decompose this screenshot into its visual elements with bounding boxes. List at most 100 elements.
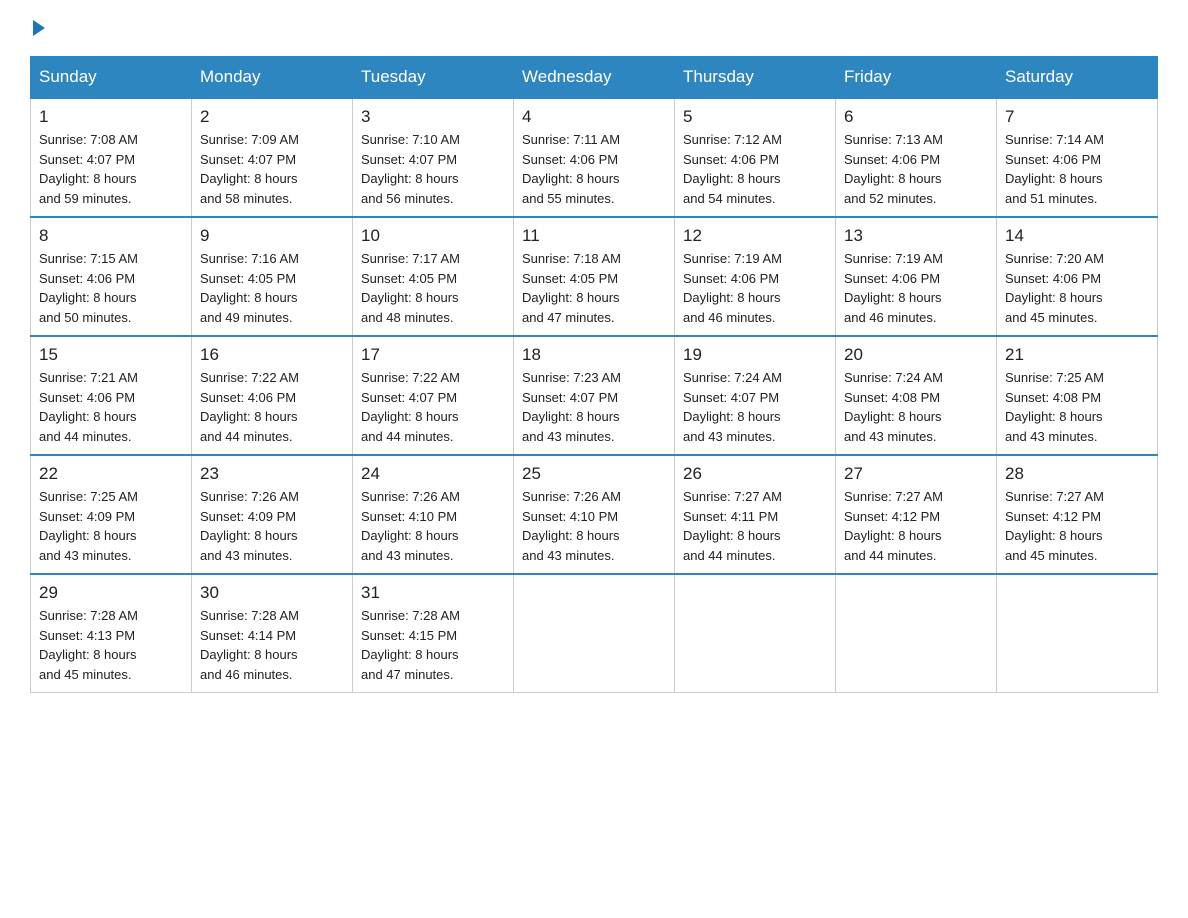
day-info: Sunrise: 7:10 AM Sunset: 4:07 PM Dayligh… bbox=[361, 130, 505, 208]
col-header-monday: Monday bbox=[192, 57, 353, 99]
calendar-cell: 9 Sunrise: 7:16 AM Sunset: 4:05 PM Dayli… bbox=[192, 217, 353, 336]
calendar-cell: 6 Sunrise: 7:13 AM Sunset: 4:06 PM Dayli… bbox=[836, 98, 997, 217]
calendar-cell: 21 Sunrise: 7:25 AM Sunset: 4:08 PM Dayl… bbox=[997, 336, 1158, 455]
day-number: 17 bbox=[361, 345, 505, 365]
day-number: 21 bbox=[1005, 345, 1149, 365]
col-header-tuesday: Tuesday bbox=[353, 57, 514, 99]
day-number: 27 bbox=[844, 464, 988, 484]
day-info: Sunrise: 7:28 AM Sunset: 4:14 PM Dayligh… bbox=[200, 606, 344, 684]
day-info: Sunrise: 7:09 AM Sunset: 4:07 PM Dayligh… bbox=[200, 130, 344, 208]
day-info: Sunrise: 7:22 AM Sunset: 4:06 PM Dayligh… bbox=[200, 368, 344, 446]
day-number: 5 bbox=[683, 107, 827, 127]
calendar-header-row: SundayMondayTuesdayWednesdayThursdayFrid… bbox=[31, 57, 1158, 99]
col-header-friday: Friday bbox=[836, 57, 997, 99]
day-info: Sunrise: 7:19 AM Sunset: 4:06 PM Dayligh… bbox=[683, 249, 827, 327]
calendar-cell: 13 Sunrise: 7:19 AM Sunset: 4:06 PM Dayl… bbox=[836, 217, 997, 336]
day-number: 16 bbox=[200, 345, 344, 365]
calendar-cell: 19 Sunrise: 7:24 AM Sunset: 4:07 PM Dayl… bbox=[675, 336, 836, 455]
calendar-cell: 26 Sunrise: 7:27 AM Sunset: 4:11 PM Dayl… bbox=[675, 455, 836, 574]
calendar-cell: 8 Sunrise: 7:15 AM Sunset: 4:06 PM Dayli… bbox=[31, 217, 192, 336]
day-number: 4 bbox=[522, 107, 666, 127]
day-info: Sunrise: 7:25 AM Sunset: 4:08 PM Dayligh… bbox=[1005, 368, 1149, 446]
day-info: Sunrise: 7:17 AM Sunset: 4:05 PM Dayligh… bbox=[361, 249, 505, 327]
day-info: Sunrise: 7:18 AM Sunset: 4:05 PM Dayligh… bbox=[522, 249, 666, 327]
calendar-cell: 31 Sunrise: 7:28 AM Sunset: 4:15 PM Dayl… bbox=[353, 574, 514, 693]
calendar-cell: 12 Sunrise: 7:19 AM Sunset: 4:06 PM Dayl… bbox=[675, 217, 836, 336]
calendar-cell bbox=[997, 574, 1158, 693]
day-info: Sunrise: 7:14 AM Sunset: 4:06 PM Dayligh… bbox=[1005, 130, 1149, 208]
day-number: 29 bbox=[39, 583, 183, 603]
calendar-cell: 15 Sunrise: 7:21 AM Sunset: 4:06 PM Dayl… bbox=[31, 336, 192, 455]
day-info: Sunrise: 7:24 AM Sunset: 4:08 PM Dayligh… bbox=[844, 368, 988, 446]
col-header-wednesday: Wednesday bbox=[514, 57, 675, 99]
calendar-week-row: 15 Sunrise: 7:21 AM Sunset: 4:06 PM Dayl… bbox=[31, 336, 1158, 455]
day-info: Sunrise: 7:27 AM Sunset: 4:12 PM Dayligh… bbox=[1005, 487, 1149, 565]
day-number: 19 bbox=[683, 345, 827, 365]
calendar-cell: 22 Sunrise: 7:25 AM Sunset: 4:09 PM Dayl… bbox=[31, 455, 192, 574]
col-header-thursday: Thursday bbox=[675, 57, 836, 99]
calendar-week-row: 29 Sunrise: 7:28 AM Sunset: 4:13 PM Dayl… bbox=[31, 574, 1158, 693]
day-info: Sunrise: 7:26 AM Sunset: 4:09 PM Dayligh… bbox=[200, 487, 344, 565]
day-number: 6 bbox=[844, 107, 988, 127]
day-number: 3 bbox=[361, 107, 505, 127]
day-info: Sunrise: 7:11 AM Sunset: 4:06 PM Dayligh… bbox=[522, 130, 666, 208]
calendar-cell: 1 Sunrise: 7:08 AM Sunset: 4:07 PM Dayli… bbox=[31, 98, 192, 217]
day-number: 10 bbox=[361, 226, 505, 246]
calendar-cell: 20 Sunrise: 7:24 AM Sunset: 4:08 PM Dayl… bbox=[836, 336, 997, 455]
day-number: 25 bbox=[522, 464, 666, 484]
day-info: Sunrise: 7:24 AM Sunset: 4:07 PM Dayligh… bbox=[683, 368, 827, 446]
day-info: Sunrise: 7:20 AM Sunset: 4:06 PM Dayligh… bbox=[1005, 249, 1149, 327]
day-number: 15 bbox=[39, 345, 183, 365]
day-number: 9 bbox=[200, 226, 344, 246]
day-info: Sunrise: 7:25 AM Sunset: 4:09 PM Dayligh… bbox=[39, 487, 183, 565]
day-info: Sunrise: 7:21 AM Sunset: 4:06 PM Dayligh… bbox=[39, 368, 183, 446]
calendar-cell bbox=[675, 574, 836, 693]
calendar-cell: 24 Sunrise: 7:26 AM Sunset: 4:10 PM Dayl… bbox=[353, 455, 514, 574]
calendar-cell: 17 Sunrise: 7:22 AM Sunset: 4:07 PM Dayl… bbox=[353, 336, 514, 455]
calendar-cell: 18 Sunrise: 7:23 AM Sunset: 4:07 PM Dayl… bbox=[514, 336, 675, 455]
calendar-cell: 14 Sunrise: 7:20 AM Sunset: 4:06 PM Dayl… bbox=[997, 217, 1158, 336]
day-number: 23 bbox=[200, 464, 344, 484]
day-number: 1 bbox=[39, 107, 183, 127]
calendar-cell: 29 Sunrise: 7:28 AM Sunset: 4:13 PM Dayl… bbox=[31, 574, 192, 693]
day-number: 30 bbox=[200, 583, 344, 603]
day-info: Sunrise: 7:15 AM Sunset: 4:06 PM Dayligh… bbox=[39, 249, 183, 327]
day-number: 11 bbox=[522, 226, 666, 246]
day-info: Sunrise: 7:13 AM Sunset: 4:06 PM Dayligh… bbox=[844, 130, 988, 208]
day-info: Sunrise: 7:28 AM Sunset: 4:13 PM Dayligh… bbox=[39, 606, 183, 684]
calendar-cell: 11 Sunrise: 7:18 AM Sunset: 4:05 PM Dayl… bbox=[514, 217, 675, 336]
calendar-week-row: 1 Sunrise: 7:08 AM Sunset: 4:07 PM Dayli… bbox=[31, 98, 1158, 217]
day-info: Sunrise: 7:08 AM Sunset: 4:07 PM Dayligh… bbox=[39, 130, 183, 208]
calendar-cell bbox=[836, 574, 997, 693]
calendar-cell: 7 Sunrise: 7:14 AM Sunset: 4:06 PM Dayli… bbox=[997, 98, 1158, 217]
day-number: 24 bbox=[361, 464, 505, 484]
day-info: Sunrise: 7:27 AM Sunset: 4:12 PM Dayligh… bbox=[844, 487, 988, 565]
day-info: Sunrise: 7:26 AM Sunset: 4:10 PM Dayligh… bbox=[361, 487, 505, 565]
day-number: 12 bbox=[683, 226, 827, 246]
calendar-cell: 3 Sunrise: 7:10 AM Sunset: 4:07 PM Dayli… bbox=[353, 98, 514, 217]
calendar-cell: 25 Sunrise: 7:26 AM Sunset: 4:10 PM Dayl… bbox=[514, 455, 675, 574]
calendar-cell: 23 Sunrise: 7:26 AM Sunset: 4:09 PM Dayl… bbox=[192, 455, 353, 574]
day-number: 18 bbox=[522, 345, 666, 365]
calendar-cell: 27 Sunrise: 7:27 AM Sunset: 4:12 PM Dayl… bbox=[836, 455, 997, 574]
day-number: 22 bbox=[39, 464, 183, 484]
day-number: 2 bbox=[200, 107, 344, 127]
calendar-cell: 30 Sunrise: 7:28 AM Sunset: 4:14 PM Dayl… bbox=[192, 574, 353, 693]
logo-top bbox=[30, 20, 45, 36]
logo bbox=[30, 20, 45, 36]
day-info: Sunrise: 7:22 AM Sunset: 4:07 PM Dayligh… bbox=[361, 368, 505, 446]
col-header-saturday: Saturday bbox=[997, 57, 1158, 99]
day-number: 20 bbox=[844, 345, 988, 365]
day-info: Sunrise: 7:12 AM Sunset: 4:06 PM Dayligh… bbox=[683, 130, 827, 208]
calendar-cell: 28 Sunrise: 7:27 AM Sunset: 4:12 PM Dayl… bbox=[997, 455, 1158, 574]
day-info: Sunrise: 7:27 AM Sunset: 4:11 PM Dayligh… bbox=[683, 487, 827, 565]
day-info: Sunrise: 7:16 AM Sunset: 4:05 PM Dayligh… bbox=[200, 249, 344, 327]
logo-triangle-icon bbox=[33, 20, 45, 36]
col-header-sunday: Sunday bbox=[31, 57, 192, 99]
day-number: 7 bbox=[1005, 107, 1149, 127]
calendar-cell: 5 Sunrise: 7:12 AM Sunset: 4:06 PM Dayli… bbox=[675, 98, 836, 217]
calendar-cell bbox=[514, 574, 675, 693]
calendar-cell: 2 Sunrise: 7:09 AM Sunset: 4:07 PM Dayli… bbox=[192, 98, 353, 217]
calendar-cell: 4 Sunrise: 7:11 AM Sunset: 4:06 PM Dayli… bbox=[514, 98, 675, 217]
day-info: Sunrise: 7:26 AM Sunset: 4:10 PM Dayligh… bbox=[522, 487, 666, 565]
